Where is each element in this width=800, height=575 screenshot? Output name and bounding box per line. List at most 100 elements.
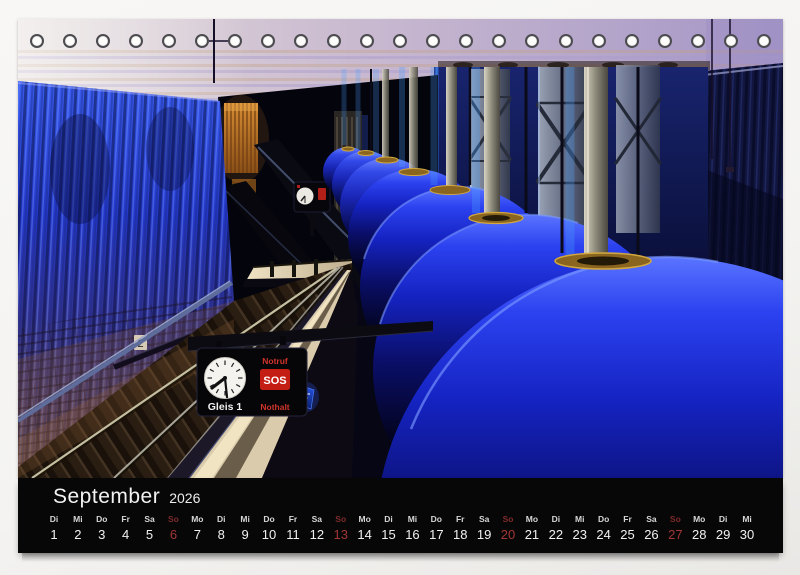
binding-hole [724, 34, 738, 48]
day-label: Do [592, 514, 616, 524]
day-number: 10 [257, 528, 281, 542]
calendar-day-cell: Mi 2 [66, 514, 90, 542]
day-number: 2 [66, 528, 90, 542]
day-label: Do [424, 514, 448, 524]
binding-hole [63, 34, 77, 48]
calendar-day-cell: Mi 9 [233, 514, 257, 542]
calendar-day-cell: Fr 25 [616, 514, 640, 542]
calendar-day-cell: Fr 18 [448, 514, 472, 542]
binding-hole [261, 34, 275, 48]
day-label: Fr [616, 514, 640, 524]
binding-hole [459, 34, 473, 48]
calendar-day-cell: Sa 12 [305, 514, 329, 542]
calendar-day-cell: Mo 28 [687, 514, 711, 542]
calendar-day-cell: So 20 [496, 514, 520, 542]
calendar-day-cell: Sa 26 [639, 514, 663, 542]
calendar-day-cell: Di 15 [377, 514, 401, 542]
day-label: Mo [520, 514, 544, 524]
calendar-day-cell: So 27 [663, 514, 687, 542]
day-number: 26 [639, 528, 663, 542]
binding-hole [129, 34, 143, 48]
calendar-day-cell: Sa 19 [472, 514, 496, 542]
binding-hole [30, 34, 44, 48]
day-label: Di [544, 514, 568, 524]
day-number: 19 [472, 528, 496, 542]
calendar-day-cell: Di 22 [544, 514, 568, 542]
day-label: Mo [185, 514, 209, 524]
day-label: So [663, 514, 687, 524]
calendar-day-cell: Di 29 [711, 514, 735, 542]
binding-hole [592, 34, 606, 48]
calendar-day-cell: Do 24 [592, 514, 616, 542]
day-label: Mi [735, 514, 759, 524]
day-label: Fr [114, 514, 138, 524]
calendar-day-cell: Mi 30 [735, 514, 759, 542]
day-label: Sa [138, 514, 162, 524]
day-number: 12 [305, 528, 329, 542]
day-label: Sa [472, 514, 496, 524]
calendar-days: Di 1 Mi 2 Do 3 Fr 4 Sa 5 So 6 Mo 7 Di 8 … [18, 514, 783, 542]
binding-hole [426, 34, 440, 48]
calendar-day-cell: Do 10 [257, 514, 281, 542]
day-label: Mi [568, 514, 592, 524]
calendar-day-cell: Fr 4 [114, 514, 138, 542]
binding-hole [625, 34, 639, 48]
calendar-strip: September2026 Di 1 Mi 2 Do 3 Fr 4 Sa 5 S… [18, 478, 783, 553]
day-number: 8 [209, 528, 233, 542]
day-number: 16 [400, 528, 424, 542]
binding-hole [162, 34, 176, 48]
day-label: Sa [305, 514, 329, 524]
binding-hole [195, 34, 209, 48]
month-label: September [53, 485, 160, 508]
day-number: 28 [687, 528, 711, 542]
day-label: Di [711, 514, 735, 524]
day-number: 27 [663, 528, 687, 542]
day-label: Sa [639, 514, 663, 524]
emergency-stop-label: Nothalt [260, 402, 289, 412]
day-label: Fr [281, 514, 305, 524]
calendar-day-cell: Do 3 [90, 514, 114, 542]
day-label: So [161, 514, 185, 524]
binding-hole [559, 34, 573, 48]
day-label: Mo [687, 514, 711, 524]
day-number: 18 [448, 528, 472, 542]
day-number: 29 [711, 528, 735, 542]
day-label: Di [42, 514, 66, 524]
day-label: Di [377, 514, 401, 524]
day-number: 3 [90, 528, 114, 542]
calendar-day-cell: Mi 23 [568, 514, 592, 542]
day-number: 5 [138, 528, 162, 542]
day-number: 6 [161, 528, 185, 542]
day-number: 21 [520, 528, 544, 542]
day-label: Mi [400, 514, 424, 524]
day-number: 11 [281, 528, 305, 542]
year-label: 2026 [169, 490, 200, 506]
binding-hole [525, 34, 539, 48]
binding-holes [18, 33, 783, 49]
day-number: 23 [568, 528, 592, 542]
day-number: 9 [233, 528, 257, 542]
day-number: 15 [377, 528, 401, 542]
calendar-day-cell: Mo 14 [353, 514, 377, 542]
binding-hole [658, 34, 672, 48]
binding-hole [294, 34, 308, 48]
day-label: Do [257, 514, 281, 524]
calendar-title: September 2026 [53, 485, 200, 509]
calendar-day-cell: Di 8 [209, 514, 233, 542]
day-number: 22 [544, 528, 568, 542]
emergency-call-label: Notruf [262, 356, 288, 366]
calendar-day-cell: Fr 11 [281, 514, 305, 542]
calendar-day-cell: Mo 7 [185, 514, 209, 542]
binding-hole [691, 34, 705, 48]
calendar-day-cell: Sa 5 [138, 514, 162, 542]
day-label: So [329, 514, 353, 524]
day-label: Di [209, 514, 233, 524]
day-number: 7 [185, 528, 209, 542]
calendar-day-cell: Mo 21 [520, 514, 544, 542]
calendar-day-cell: Mi 16 [400, 514, 424, 542]
station-photo: 2 [18, 19, 783, 478]
binding-hole [96, 34, 110, 48]
binding-hole [492, 34, 506, 48]
day-number: 20 [496, 528, 520, 542]
binding-hole [228, 34, 242, 48]
